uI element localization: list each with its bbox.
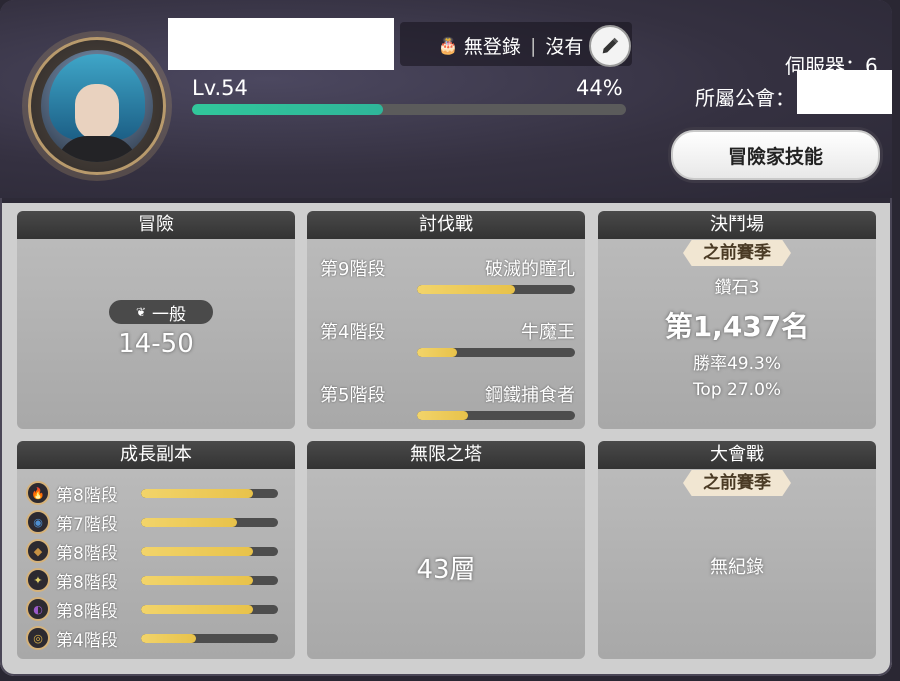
infinite-tower-title: 無限之塔 [307,441,585,469]
exp-percent: 44% [576,76,623,100]
subjugation-row: 第4階段 牛魔王 [307,310,585,366]
growth-stage: 第8階段 [56,573,118,593]
arena-rank: 第1,437名 [664,310,810,343]
arena-win-rate: 勝率49.3% [692,354,781,374]
difficulty-badge: ❦ 一般 [109,300,213,325]
growth-progress-fill [141,518,237,527]
growth-row: ◐ 第8階段 [17,595,295,623]
subjugation-progress-fill [417,348,457,357]
growth-row: ◆ 第8階段 [17,537,295,565]
growth-stage: 第7階段 [56,515,118,535]
adventure-title: 冒險 [17,211,295,239]
growth-progress-bar [141,547,278,556]
growth-progress-fill [141,547,254,556]
growth-dungeon-panel[interactable]: 成長副本 🔥 第8階段 ◉ 第7階段 ◆ 第8階段 ✦ 第8階段 ◐ 第8階段 ◎ 第4階段 [17,441,295,659]
arena-tier: 鑽石3 [714,278,760,298]
avatar-body [57,136,137,162]
growth-progress-bar [141,634,278,643]
player-name-redacted [168,18,394,70]
water-icon: ◉ [26,510,50,534]
growth-progress-bar [141,605,278,614]
guild-war-record: 無紀錄 [710,557,764,578]
guild-name-redacted [797,70,892,114]
subjugation-stage: 第9階段 [320,259,386,280]
cake-icon: 🎂 [438,36,458,55]
gender-label: 沒有 [545,36,584,58]
subjugation-boss: 牛魔王 [521,322,575,343]
growth-progress-bar [141,576,278,585]
arena-panel[interactable]: 決鬥場 之前賽季 鑽石3 第1,437名 勝率49.3% Top 27.0% [598,211,876,429]
guild-war-season-tag: 之前賽季 [683,470,791,496]
growth-progress-fill [141,605,254,614]
divider: | [529,34,537,57]
arena-top-percent: Top 27.0% [692,380,782,400]
fire-icon: 🔥 [26,481,50,505]
exp-bar [192,104,626,115]
pencil-icon [602,37,619,54]
subjugation-progress-bar [417,411,575,420]
guild-war-title: 大會戰 [598,441,876,469]
growth-progress-fill [141,576,254,585]
growth-progress-fill [141,489,254,498]
subjugation-title: 討伐戰 [307,211,585,239]
growth-dungeon-title: 成長副本 [17,441,295,469]
level-label: Lv.54 [192,76,248,100]
birthday-label: 無登錄 [463,36,521,58]
growth-row: 🔥 第8階段 [17,479,295,507]
growth-progress-fill [141,634,196,643]
arena-title: 決鬥場 [598,211,876,239]
growth-stage: 第8階段 [56,602,118,622]
subjugation-progress-fill [417,285,515,294]
avatar-face [75,84,119,140]
subjugation-row: 第9階段 破滅的瞳孔 [307,247,585,303]
light-icon: ✦ [26,568,50,592]
growth-stage: 第4階段 [56,631,118,651]
subjugation-progress-bar [417,285,575,294]
growth-progress-bar [141,518,278,527]
subjugation-progress-bar [417,348,575,357]
avatar-portrait [41,50,153,162]
avatar[interactable] [28,37,166,175]
edit-profile-button[interactable] [589,25,631,67]
growth-stage: 第8階段 [56,486,118,506]
leaf-icon: ❦ [135,305,147,319]
gold-icon: ◎ [26,626,50,650]
guild-label: 所屬公會： [695,86,795,110]
growth-row: ◎ 第4階段 [17,624,295,652]
adventure-panel[interactable]: 冒險 ❦ 一般 14-50 [17,211,295,429]
growth-row: ✦ 第8階段 [17,566,295,594]
arena-season-tag: 之前賽季 [683,240,791,266]
subjugation-boss: 破滅的瞳孔 [485,259,575,280]
profile-window: 🎂 無登錄 | 沒有 Lv.54 44% 伺服器：6 所屬公會： 冒險家技能 冒… [0,0,892,676]
earth-icon: ◆ [26,539,50,563]
subjugation-stage: 第4階段 [320,322,386,343]
growth-progress-bar [141,489,278,498]
subjugation-progress-fill [417,411,468,420]
difficulty-label: 一般 [152,304,187,325]
tower-floor: 43層 [416,555,476,585]
profile-header: 🎂 無登錄 | 沒有 Lv.54 44% 伺服器：6 所屬公會： 冒險家技能 [0,0,892,198]
exp-bar-fill [192,104,383,115]
birthday-gender-row: 🎂 無登錄 | 沒有 [438,32,583,59]
subjugation-panel[interactable]: 討伐戰 第9階段 破滅的瞳孔 第4階段 牛魔王 第5階段 鋼鐵捕食者 [307,211,585,429]
subjugation-row: 第5階段 鋼鐵捕食者 [307,373,585,429]
growth-stage: 第8階段 [56,544,118,564]
adventurer-skills-button[interactable]: 冒險家技能 [671,130,880,180]
subjugation-stage: 第5階段 [320,385,386,406]
guild-war-panel[interactable]: 大會戰 之前賽季 無紀錄 [598,441,876,659]
subjugation-boss: 鋼鐵捕食者 [485,385,575,406]
adventure-stage: 14-50 [118,329,194,359]
growth-row: ◉ 第7階段 [17,508,295,536]
infinite-tower-panel[interactable]: 無限之塔 43層 [307,441,585,659]
dark-icon: ◐ [26,597,50,621]
